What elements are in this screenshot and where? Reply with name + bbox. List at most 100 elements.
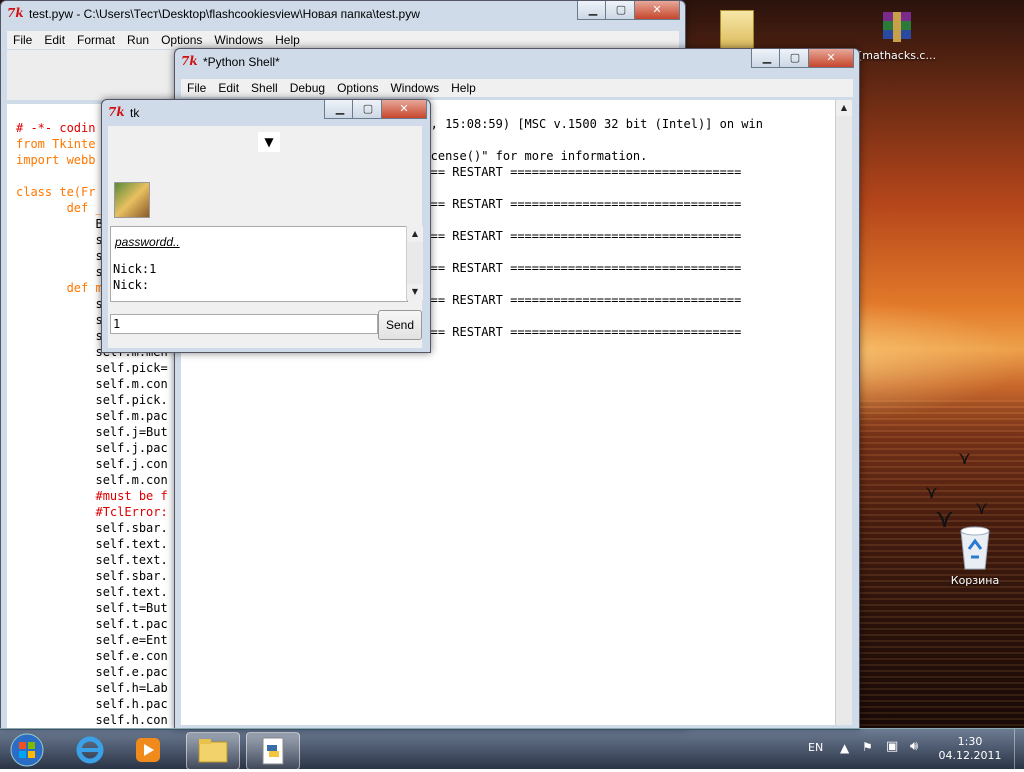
explorer-folder-icon bbox=[198, 739, 228, 763]
dropdown-menubutton[interactable]: ▼ bbox=[258, 132, 280, 152]
tk-titlebar[interactable]: 7k tk ▁ ▢ ✕ bbox=[102, 100, 430, 126]
taskbar-explorer[interactable] bbox=[186, 732, 240, 770]
taskbar: EN ▲ ⚑ ▣ 🔊︎ 1:30 04.12.2011 bbox=[0, 728, 1024, 770]
taskbar-media-player[interactable] bbox=[122, 732, 174, 768]
scroll-up-arrow-icon[interactable]: ▲ bbox=[836, 100, 852, 116]
clock-date: 04.12.2011 bbox=[938, 749, 1002, 762]
bird-silhouette: ⋎ bbox=[975, 498, 989, 519]
menu-windows[interactable]: Windows bbox=[384, 79, 445, 97]
code-line: B bbox=[16, 217, 103, 231]
code-line: self.h=Lab bbox=[16, 681, 168, 695]
code-line: import webb bbox=[16, 153, 96, 167]
code-line: # -*- codin bbox=[16, 121, 96, 135]
menu-edit[interactable]: Edit bbox=[38, 31, 71, 49]
editor-titlebar[interactable]: 7k test.pyw - C:\Users\Тест\Desktop\flas… bbox=[1, 1, 685, 27]
clock[interactable]: 1:30 04.12.2011 bbox=[930, 735, 1010, 763]
code-line: self.text. bbox=[16, 537, 168, 551]
chat-scrollbar[interactable]: ▲ ▼ bbox=[406, 226, 423, 300]
code-line: s bbox=[16, 313, 103, 327]
menu-format[interactable]: Format bbox=[71, 31, 121, 49]
maximize-button[interactable]: ▢ bbox=[352, 100, 384, 119]
desktop-icon-recycle-bin[interactable]: Корзина bbox=[930, 525, 1020, 587]
menu-windows[interactable]: Windows bbox=[208, 31, 269, 49]
code-line: def _ bbox=[16, 201, 103, 215]
winrar-archive-icon bbox=[883, 12, 911, 42]
bird-silhouette: ⋎ bbox=[925, 482, 939, 503]
code-line: self.pick. bbox=[16, 393, 168, 407]
menu-edit[interactable]: Edit bbox=[212, 79, 245, 97]
code-line: s bbox=[16, 329, 103, 343]
bird-silhouette: ⋎ bbox=[958, 448, 972, 469]
message-input[interactable]: 1 bbox=[110, 314, 378, 334]
show-desktop-button[interactable] bbox=[1014, 729, 1024, 769]
menu-options[interactable]: Options bbox=[331, 79, 384, 97]
volume-icon[interactable]: 🔊︎ bbox=[910, 739, 918, 754]
maximize-button[interactable]: ▢ bbox=[605, 1, 637, 20]
desktop-icon-archive[interactable]: [mathacks.c... bbox=[852, 10, 942, 62]
scroll-up-arrow-icon[interactable]: ▲ bbox=[407, 226, 423, 242]
tk-client-area: ▼ passwordd.. Nick:1 Nick: ▲ ▼ 1 Send bbox=[108, 126, 423, 348]
menu-options[interactable]: Options bbox=[155, 31, 208, 49]
tk-feather-icon: 7k bbox=[108, 105, 125, 119]
code-line: self.sbar. bbox=[16, 521, 168, 535]
network-icon[interactable]: ▣ bbox=[886, 739, 898, 754]
code-line: self.m.pac bbox=[16, 409, 168, 423]
send-button[interactable]: Send bbox=[378, 310, 422, 340]
maximize-button[interactable]: ▢ bbox=[779, 49, 811, 68]
folder-icon[interactable] bbox=[720, 10, 754, 52]
shell-titlebar[interactable]: 7k *Python Shell* ▁ ▢ ✕ bbox=[175, 49, 859, 75]
shell-title: *Python Shell* bbox=[203, 55, 280, 69]
code-line: s bbox=[16, 249, 103, 263]
menu-file[interactable]: File bbox=[7, 31, 38, 49]
tray-arrow-icon[interactable]: ▲ bbox=[840, 741, 849, 755]
close-button[interactable]: ✕ bbox=[381, 100, 427, 119]
code-line: s bbox=[16, 233, 103, 247]
shell-scrollbar[interactable]: ▲ bbox=[835, 100, 852, 725]
code-line: class te(Fr bbox=[16, 185, 96, 199]
tk-window[interactable]: 7k tk ▁ ▢ ✕ ▼ passwordd.. Nick:1 Nick: ▲… bbox=[101, 99, 431, 353]
code-line: self.m.con bbox=[16, 377, 168, 391]
internet-explorer-icon bbox=[76, 736, 104, 764]
language-indicator[interactable]: EN bbox=[808, 741, 823, 754]
desktop-icon-label: Корзина bbox=[950, 574, 1000, 587]
code-line: s bbox=[16, 297, 103, 311]
image-button[interactable] bbox=[114, 182, 150, 218]
code-line: self.text. bbox=[16, 585, 168, 599]
taskbar-ie[interactable] bbox=[64, 732, 116, 768]
chat-line: Nick:1 bbox=[113, 262, 157, 276]
menu-help[interactable]: Help bbox=[445, 79, 482, 97]
shell-menubar: File Edit Shell Debug Options Windows Help bbox=[181, 79, 853, 97]
code-line: def m bbox=[16, 281, 103, 295]
action-center-flag-icon[interactable]: ⚑ bbox=[862, 740, 873, 754]
media-player-icon bbox=[136, 738, 160, 762]
code-line: self.h.con bbox=[16, 713, 168, 727]
menu-file[interactable]: File bbox=[181, 79, 212, 97]
start-button[interactable] bbox=[2, 732, 52, 768]
code-line: self.text. bbox=[16, 553, 168, 567]
code-line: self.e.pac bbox=[16, 665, 168, 679]
code-line: s bbox=[16, 265, 103, 279]
code-line: self.j=But bbox=[16, 425, 168, 439]
code-line: self.sbar. bbox=[16, 569, 168, 583]
code-line: self.t.pac bbox=[16, 617, 168, 631]
menu-shell[interactable]: Shell bbox=[245, 79, 284, 97]
clock-time: 1:30 bbox=[957, 735, 983, 748]
editor-menubar: File Edit Format Run Options Windows Help bbox=[7, 31, 679, 49]
code-line: self.e=Ent bbox=[16, 633, 168, 647]
code-line: self.j.con bbox=[16, 457, 168, 471]
chat-log: Nick:1 Nick: bbox=[113, 261, 156, 293]
taskbar-python[interactable] bbox=[246, 732, 300, 770]
code-line: self.h.pac bbox=[16, 697, 168, 711]
close-button[interactable]: ✕ bbox=[808, 49, 854, 68]
close-button[interactable]: ✕ bbox=[634, 1, 680, 20]
menu-debug[interactable]: Debug bbox=[284, 79, 331, 97]
scroll-down-arrow-icon[interactable]: ▼ bbox=[407, 284, 423, 300]
password-link[interactable]: passwordd.. bbox=[115, 235, 180, 249]
chat-text-area[interactable]: passwordd.. Nick:1 Nick: bbox=[110, 226, 408, 302]
menu-run[interactable]: Run bbox=[121, 31, 155, 49]
chat-line: Nick: bbox=[113, 278, 150, 292]
code-line: from Tkinte bbox=[16, 137, 96, 151]
code-line: self.m.con bbox=[16, 473, 168, 487]
menu-help[interactable]: Help bbox=[269, 31, 306, 49]
python-idle-icon bbox=[262, 737, 284, 765]
